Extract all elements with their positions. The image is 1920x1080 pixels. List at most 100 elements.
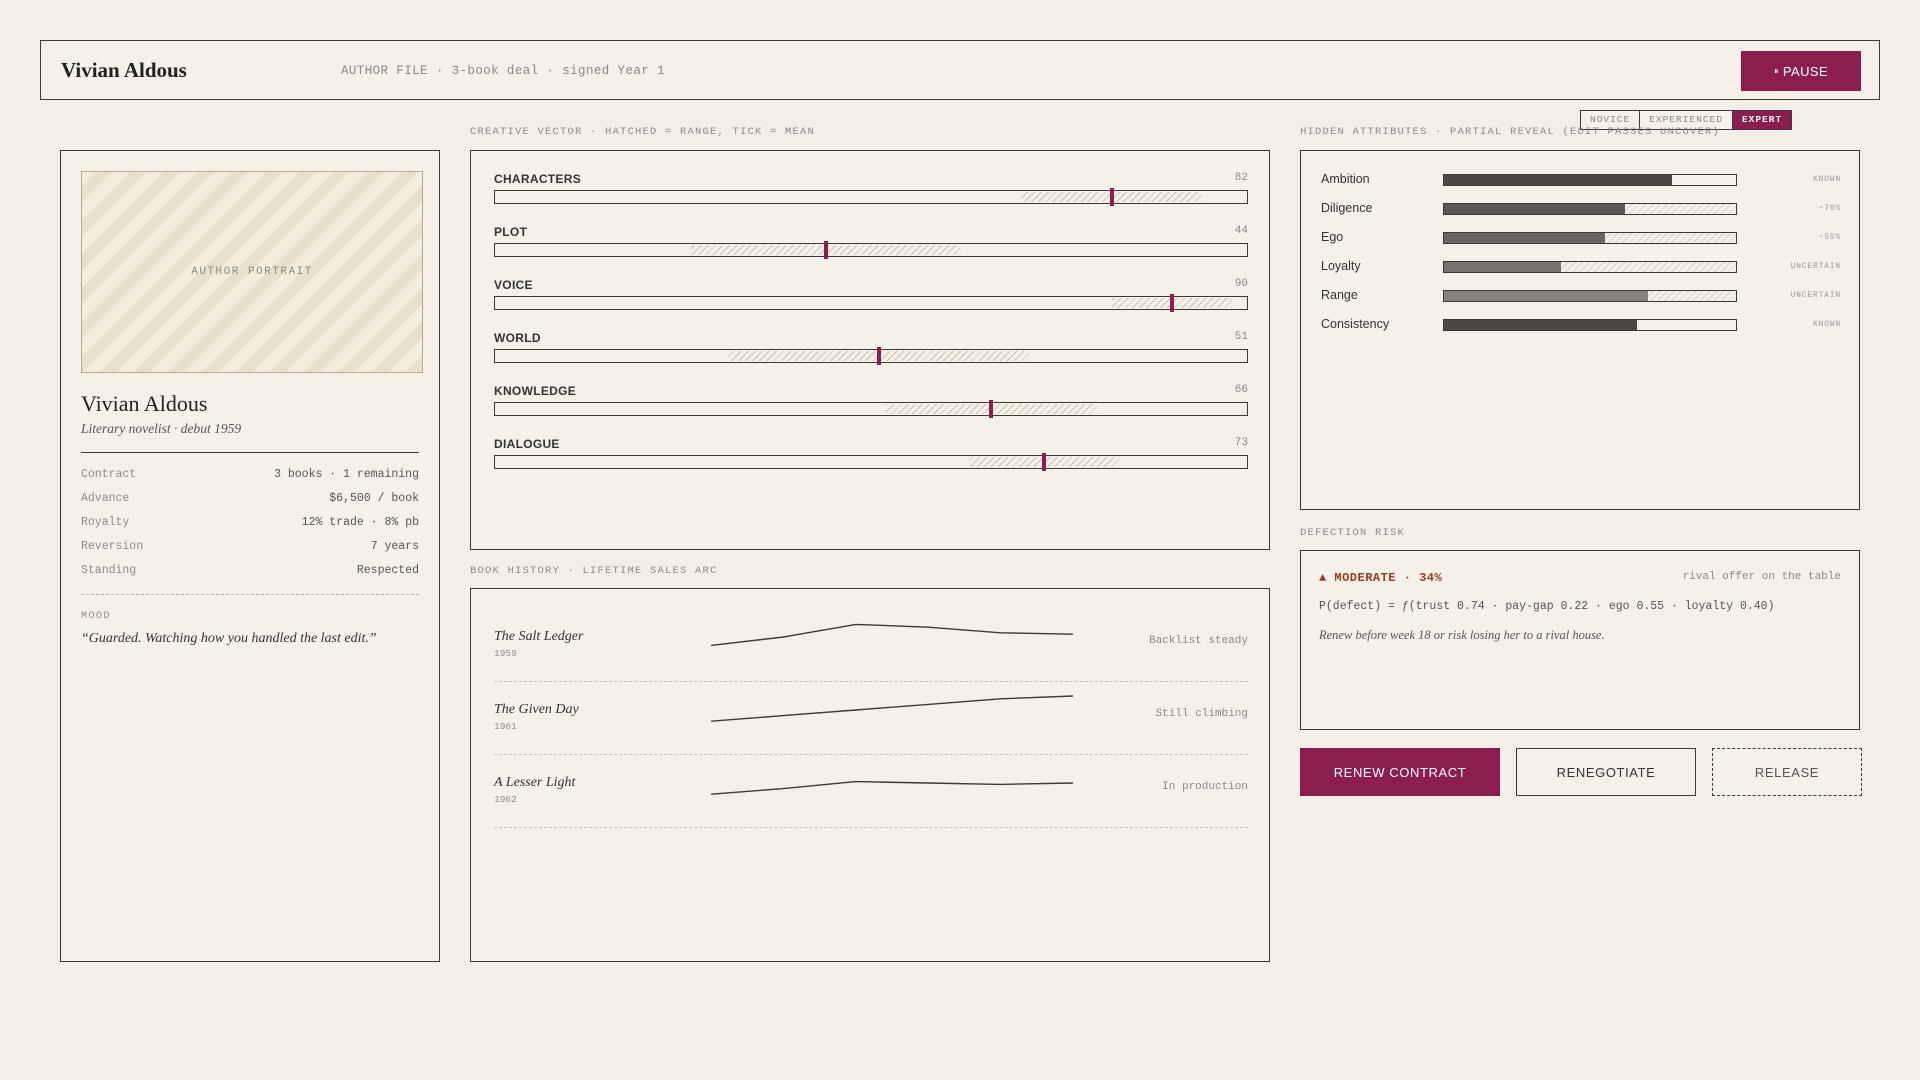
attribute-status: UNCERTAIN (1790, 291, 1841, 300)
term-value: 3 books · 1 remaining (274, 468, 419, 481)
attribute-fill (1444, 175, 1672, 185)
attribute-label: Diligence (1321, 201, 1373, 215)
vector-track (494, 400, 1248, 418)
renew-contract-button[interactable]: RENEW CONTRACT (1300, 748, 1500, 796)
pause-label: PAUSE (1782, 63, 1828, 79)
portrait-label: AUTHOR PORTRAIT (191, 266, 313, 278)
vector-mean-tick (1041, 453, 1046, 471)
attribute-status: ~70% (1818, 204, 1841, 213)
book-history-label: BOOK HISTORY · LIFETIME SALES ARC (470, 565, 718, 577)
term-key: Contract (81, 468, 137, 481)
book-year: 1961 (494, 721, 517, 732)
vector-track (494, 294, 1248, 312)
attribute-bar (1443, 261, 1737, 273)
attribute-status: UNCERTAIN (1790, 262, 1841, 271)
attribute-fill (1444, 291, 1649, 301)
risk-note: rival offer on the table (1682, 571, 1841, 583)
vector-value: 51 (1234, 331, 1248, 343)
term-row: Standing Respected (81, 564, 419, 588)
attribute-label: Ambition (1321, 172, 1370, 186)
pause-icon: ⏸ (1773, 65, 1779, 76)
header-bar: Vivian Aldous AUTHOR FILE · 3-book deal … (40, 40, 1880, 100)
author-portrait: AUTHOR PORTRAIT (81, 171, 423, 373)
tab-expert[interactable]: EXPERT (1732, 111, 1792, 129)
attribute-fill (1444, 320, 1637, 330)
book-title: The Salt Ledger (494, 629, 584, 644)
book-row[interactable]: The Given Day 1961 Still climbing (494, 682, 1248, 755)
vector-track (494, 241, 1248, 259)
header-author-name: Vivian Aldous (61, 58, 187, 82)
book-title: The Given Day (494, 702, 579, 717)
book-status: In production (1162, 781, 1248, 793)
term-key: Royalty (81, 516, 130, 529)
attribute-label: Ego (1321, 230, 1344, 244)
vector-value: 73 (1234, 437, 1248, 449)
term-row: Contract 3 books · 1 remaining (81, 468, 419, 492)
attribute-fill (1444, 204, 1626, 214)
vector-row-knowledge: KNOWLEDGE 66 (494, 384, 1248, 418)
book-history-panel: The Salt Ledger 1959 Backlist steady The Gi… (470, 588, 1270, 962)
sales-arc-sparkline (711, 623, 1073, 647)
term-key: Reversion (81, 540, 144, 553)
author-subtitle: Literary novelist · debut 1959 (81, 421, 242, 436)
attribute-uncertainty (1560, 262, 1736, 272)
book-year: 1959 (494, 648, 517, 659)
defection-risk-label: DEFECTION RISK (1300, 527, 1406, 539)
vector-row-dialogue: DIALOGUE 73 (494, 437, 1248, 471)
vector-value: 82 (1234, 172, 1248, 184)
mood-quote: “Guarded. Watching how you handled the l… (81, 631, 377, 646)
defection-risk-panel: ▲ MODERATE · 34% rival offer on the tabl… (1300, 550, 1860, 730)
vector-label: CHARACTERS (494, 172, 581, 186)
pause-button[interactable]: ⏸ PAUSE (1741, 51, 1861, 91)
attribute-uncertainty (1604, 233, 1736, 243)
term-row: Advance $6,500 / book (81, 492, 419, 516)
attribute-row-ego: Ego ~55% (1321, 229, 1841, 249)
risk-advice: Renew before week 18 or risk losing her … (1319, 628, 1605, 642)
book-row[interactable]: The Salt Ledger 1959 Backlist steady (494, 609, 1248, 682)
attribute-row-range: Range UNCERTAIN (1321, 287, 1841, 307)
vector-mean-tick (989, 400, 994, 418)
vector-label: VOICE (494, 278, 533, 292)
vector-label: KNOWLEDGE (494, 384, 577, 398)
vector-mean-tick (823, 241, 828, 259)
sales-arc-line (711, 623, 1073, 647)
attribute-row-loyalty: Loyalty UNCERTAIN (1321, 258, 1841, 278)
sales-arc-sparkline (711, 780, 1073, 795)
attribute-fill (1444, 262, 1561, 272)
attribute-bar (1443, 174, 1737, 186)
term-value: 7 years (370, 540, 419, 553)
attribute-bar (1443, 232, 1737, 244)
term-key: Advance (81, 492, 130, 505)
attribute-label: Loyalty (1321, 259, 1361, 273)
sales-arc-sparkline (711, 695, 1073, 722)
attribute-uncertainty (1648, 291, 1736, 301)
term-value: 12% trade · 8% pb (301, 516, 419, 529)
sales-arc-line (711, 695, 1073, 722)
vector-value: 90 (1234, 278, 1248, 290)
attribute-uncertainty (1625, 204, 1736, 214)
term-row: Reversion 7 years (81, 540, 419, 564)
vector-label: DIALOGUE (494, 437, 560, 451)
attribute-bar (1443, 290, 1737, 302)
release-button[interactable]: RELEASE (1712, 748, 1862, 796)
book-status: Backlist steady (1148, 635, 1248, 647)
vector-value: 66 (1234, 384, 1248, 396)
creative-vector-label: CREATIVE VECTOR · HATCHED = RANGE, TICK … (470, 126, 816, 138)
hidden-attributes-panel: Ambition KNOWN Diligence ~70% Ego ~55% Loyalty… (1300, 150, 1860, 510)
attribute-bar (1443, 319, 1737, 331)
vector-track (494, 188, 1248, 206)
term-value: $6,500 / book (329, 492, 419, 505)
risk-formula: P(defect) = ƒ(trust 0.74 · pay-gap 0.22 … (1319, 600, 1775, 613)
book-row[interactable]: A Lesser Light 1962 In production (494, 755, 1248, 828)
attribute-status: ~55% (1818, 233, 1841, 242)
mood-label: MOOD (81, 611, 112, 622)
renegotiate-button[interactable]: RENEGOTIATE (1516, 748, 1696, 796)
attribute-status: KNOWN (1812, 175, 1841, 184)
book-title: A Lesser Light (494, 775, 576, 790)
vector-mean-tick (1169, 294, 1174, 312)
vector-label: PLOT (494, 225, 528, 239)
divider (81, 452, 419, 453)
author-card: AUTHOR PORTRAIT Vivian Aldous Literary n… (60, 150, 440, 962)
term-value: Respected (356, 564, 419, 577)
hidden-attributes-label: HIDDEN ATTRIBUTES · PARTIAL REVEAL (EDIT… (1300, 126, 1721, 138)
